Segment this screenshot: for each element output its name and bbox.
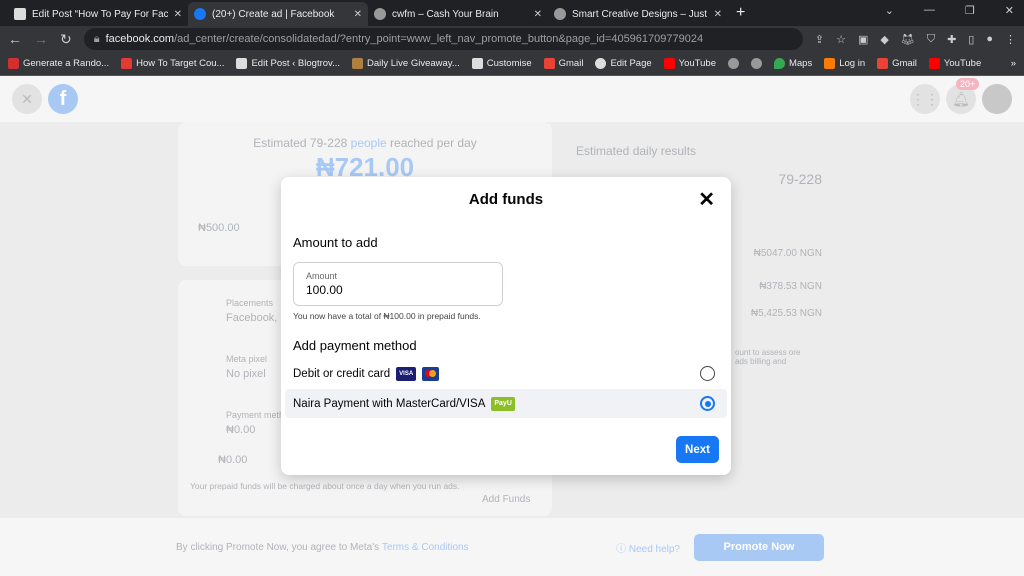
add-funds-dialog: Add funds ✕ Amount to add Amount You now… (281, 177, 731, 475)
extension-icon[interactable]: ◆ (880, 33, 888, 46)
browser-tab[interactable]: Smart Creative Designs – Just an ✕ (548, 2, 728, 26)
close-icon[interactable]: ✕ (12, 84, 42, 114)
need-help-link[interactable]: ⓘ Need help? (616, 540, 680, 555)
metamask-icon[interactable]: 🦊︎ (901, 33, 915, 46)
globe-icon (554, 8, 566, 20)
page-icon (14, 8, 26, 20)
amount-heading: Amount to add (293, 235, 378, 250)
tab-strip: Edit Post “How To Pay For Facebo✕ (20+) … (0, 0, 1024, 26)
prepaid-hint: You now have a total of ₦100.00 in prepa… (293, 311, 481, 321)
notification-badge: 20+ (956, 78, 980, 90)
share-icon[interactable]: ⇪ (815, 33, 824, 46)
bookmark[interactable]: Maps (773, 58, 812, 69)
more-bookmarks-icon[interactable]: » (1011, 58, 1016, 69)
visa-logo: VISA (396, 366, 417, 381)
reload-icon[interactable]: ↻ (60, 31, 72, 48)
footer-bar: By clicking Promote Now, you agree to Me… (0, 518, 1024, 576)
option-naira-payment[interactable]: Naira Payment with MasterCard/VISA PayU (285, 389, 727, 418)
bookmark-globe[interactable] (727, 58, 739, 69)
menu-grid-icon[interactable]: ⋮⋮ (910, 84, 940, 114)
promote-now-button[interactable]: Promote Now (694, 533, 824, 561)
forward-icon[interactable]: → (34, 31, 48, 47)
sidebar-icon[interactable]: ▯ (968, 33, 974, 46)
avatar[interactable] (982, 84, 1012, 114)
url-bar[interactable]: 🔒︎ facebook.com/ad_center/create/consolid… (83, 28, 803, 50)
amount-field[interactable]: Amount (293, 262, 503, 306)
menu-icon[interactable]: ⋮ (1005, 33, 1016, 46)
bookmark[interactable]: Daily Live Giveaway... (352, 58, 460, 69)
address-bar-row: ← → ↻ 🔒︎ facebook.com/ad_center/create/cons… (0, 26, 1024, 52)
new-tab-button[interactable]: + (728, 4, 753, 26)
bookmark[interactable]: Log in (824, 58, 865, 69)
bookmark[interactable]: Gmail (543, 58, 583, 69)
close-tab-icon[interactable]: ✕ (354, 9, 362, 20)
close-icon[interactable]: ✕ (698, 187, 715, 212)
bookmark[interactable]: Edit Post ‹ Blogtrov... (236, 58, 340, 69)
minimize-icon[interactable]: — (924, 4, 935, 17)
profile-icon[interactable]: ● (986, 33, 993, 46)
add-funds-button[interactable]: Add Funds (482, 494, 530, 505)
radio-naira-payment[interactable] (700, 396, 715, 411)
close-tab-icon[interactable]: ✕ (174, 9, 182, 20)
restore-icon[interactable]: ❐ (965, 4, 975, 17)
radio-debit-card[interactable] (700, 366, 715, 381)
bookmark[interactable]: YouTube (928, 58, 981, 69)
globe-icon (374, 8, 386, 20)
star-icon[interactable]: ☆ (836, 33, 846, 46)
next-button[interactable]: Next (676, 436, 719, 463)
facebook-logo[interactable]: f (48, 84, 78, 114)
shield-icon[interactable]: ⛉ (927, 33, 935, 46)
puzzle-icon[interactable]: ✚ (947, 33, 956, 46)
back-icon[interactable]: ← (8, 31, 22, 47)
mastercard-logo (422, 366, 440, 381)
facebook-icon (194, 8, 206, 20)
terms-link[interactable]: Terms & Conditions (382, 542, 469, 553)
payment-method-heading: Add payment method (293, 338, 417, 353)
facebook-header: ✕ f ⋮⋮ 🔔︎ 20+ (0, 76, 1024, 122)
bookmark[interactable]: How To Target Cou... (121, 58, 224, 69)
close-window-icon[interactable]: ✕ (1005, 4, 1014, 17)
browser-tab[interactable]: cwfm – Cash Your Brain ✕ (368, 2, 548, 26)
tab-search-icon[interactable]: ⌄ (885, 4, 894, 17)
lock-icon: 🔒︎ (93, 32, 100, 45)
bookmark-globe[interactable] (750, 58, 762, 69)
bookmark[interactable]: Gmail (877, 58, 917, 69)
extension-icon[interactable]: ▣ (858, 33, 868, 46)
bookmark[interactable]: Customise (471, 58, 532, 69)
bookmarks-bar: Generate a Rando... How To Target Cou...… (0, 52, 1024, 76)
close-tab-icon[interactable]: ✕ (714, 9, 722, 20)
bookmark[interactable]: Edit Page (595, 58, 652, 69)
payu-logo: PayU (491, 396, 515, 411)
browser-tab[interactable]: Edit Post “How To Pay For Facebo✕ (8, 2, 188, 26)
bookmark[interactable]: YouTube (663, 58, 716, 69)
browser-tab-active[interactable]: (20+) Create ad | Facebook ✕ (188, 2, 368, 26)
close-tab-icon[interactable]: ✕ (534, 9, 542, 20)
amount-input[interactable] (306, 283, 490, 297)
dialog-title: Add funds (468, 191, 544, 208)
bookmark[interactable]: Generate a Rando... (8, 58, 109, 69)
option-debit-card[interactable]: Debit or credit card VISA (285, 359, 727, 388)
